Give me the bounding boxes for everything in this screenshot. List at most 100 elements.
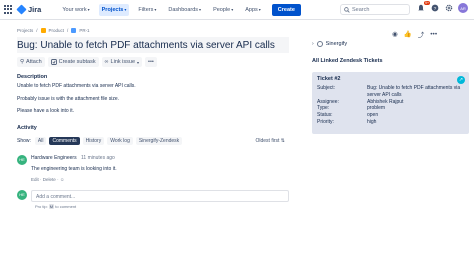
filter-history[interactable]: History: [82, 136, 105, 145]
help-icon[interactable]: ?: [430, 3, 440, 13]
ticket-value: Abhishek Rajput: [367, 98, 404, 105]
svg-text:?: ?: [434, 6, 437, 12]
create-subtask-button[interactable]: Create subtask: [47, 57, 99, 67]
emoji-reaction-icon[interactable]: ☺: [60, 177, 65, 182]
logo-text: Jira: [28, 5, 42, 14]
nav-label: Projects: [101, 6, 124, 13]
nav-dashboards[interactable]: Dashboards ▾: [165, 4, 204, 16]
link-icon: ∞: [104, 59, 109, 65]
nav-apps[interactable]: Apps ▾: [242, 4, 264, 16]
ticket-row: Type: problem: [317, 105, 464, 112]
ticket-key: Subject:: [317, 85, 336, 91]
gear-icon: [445, 4, 453, 12]
ticket-row: Status: open: [317, 112, 464, 119]
profile-avatar[interactable]: AR: [458, 3, 468, 13]
breadcrumb-separator: /: [67, 28, 69, 33]
like-icon[interactable]: 👍: [404, 30, 412, 38]
more-actions-button[interactable]: •••: [145, 57, 157, 67]
nav-label: Apps: [245, 6, 258, 13]
more-icon[interactable]: •••: [430, 31, 437, 38]
filter-all[interactable]: All: [34, 136, 47, 145]
filter-sinergify-zendesk[interactable]: Sinergify-Zendesk: [135, 136, 183, 145]
activity-label: Activity: [17, 124, 37, 131]
sort-label: Oldest first: [255, 137, 280, 144]
ticket-card: Ticket #2 ↗ Subject: Bug: Unable to fetc…: [312, 72, 469, 134]
sinergify-panel-toggle[interactable]: › Sinergify: [312, 41, 347, 47]
share-icon[interactable]: ⤴: [418, 29, 425, 39]
description[interactable]: Unable to fetch PDF attachments via serv…: [17, 83, 289, 115]
comment-header: Hardware Engineers 11 minutes ago: [31, 155, 117, 161]
nav-label: People: [213, 6, 231, 13]
create-button[interactable]: Create: [271, 3, 301, 16]
current-user-avatar: HE: [17, 189, 27, 200]
subtask-icon: [50, 59, 57, 65]
top-navigation: Jira Your work ▾ Projects ▾ Filters ▾ Dashb…: [0, 0, 474, 20]
ticket-row: Assignee: Abhishek Rajput: [317, 99, 464, 106]
zendesk-link-icon[interactable]: ↗: [457, 76, 465, 84]
chevron-down-icon: ▾: [124, 7, 127, 12]
issue-toolbar-icons: ◉ 👍 ⤴ •••: [392, 29, 437, 40]
chevron-down-icon: ▾: [231, 7, 234, 12]
breadcrumb-projects[interactable]: Projects: [17, 28, 33, 33]
comment-author[interactable]: Hardware Engineers: [31, 155, 77, 161]
comment-time: 11 minutes ago: [80, 154, 115, 161]
chevron-down-icon: ▾: [258, 7, 261, 12]
chevron-down-icon: ▾: [154, 7, 157, 12]
top-icons: 9+ ? AR: [416, 1, 468, 13]
question-icon: ?: [431, 4, 439, 12]
filter-work-log[interactable]: Work log: [107, 136, 133, 145]
notifications-icon[interactable]: 9+: [416, 1, 430, 13]
issue-actions: ⚲ Attach Create subtask ∞ Link issue ▾ •…: [17, 57, 289, 67]
comment-content: Hardware Engineers 11 minutes ago The en…: [31, 155, 117, 182]
app-switcher-icon[interactable]: [4, 5, 13, 14]
title-bar[interactable]: Bug: Unable to fetch PDF attachments via…: [17, 37, 289, 53]
ticket-value: problem: [367, 105, 386, 112]
attach-button[interactable]: ⚲ Attach: [17, 57, 45, 67]
nav-label: Filters: [138, 6, 154, 13]
sinergify-label: Sinergify: [325, 41, 348, 47]
ticket-value: high: [367, 118, 377, 125]
nav-label: Your work: [62, 6, 87, 13]
more-icon: •••: [148, 59, 154, 65]
comment-input[interactable]: Add a comment...: [31, 189, 289, 202]
ticket-value: Bug: Unable to fetch PDF attachments via…: [367, 85, 461, 98]
jira-logo[interactable]: Jira: [16, 4, 42, 15]
issue-title[interactable]: Bug: Unable to fetch PDF attachments via…: [17, 40, 275, 51]
ticket-title: Ticket #2: [317, 76, 341, 82]
chevron-right-icon: ›: [312, 41, 314, 47]
chevron-down-icon: ▾: [137, 59, 140, 65]
breadcrumb-project[interactable]: Product: [49, 28, 65, 33]
comment-delete-link[interactable]: Delete: [43, 177, 56, 182]
search-icon: [344, 6, 350, 13]
pro-tip: Pro tip: M to comment: [35, 203, 289, 209]
watch-icon[interactable]: ◉: [392, 30, 398, 38]
link-issue-button[interactable]: ∞ Link issue ▾: [101, 57, 143, 67]
nav-your-work[interactable]: Your work ▾: [59, 4, 92, 16]
ticket-key: Assignee:: [317, 98, 339, 105]
protip-key: M: [48, 203, 55, 209]
activity-filters: Show: All Comments History Work log Sine…: [17, 136, 289, 145]
description-line: Unable to fetch PDF attachments via serv…: [17, 83, 136, 89]
comment-actions: Edit · Delete · ☺: [31, 177, 117, 182]
filter-comments[interactable]: Comments: [49, 136, 80, 145]
nav-projects[interactable]: Projects ▾: [98, 3, 130, 16]
attach-label: Attach: [26, 59, 42, 65]
ticket-key: Type:: [317, 105, 330, 112]
nav-label: Dashboards: [168, 6, 199, 13]
chevron-down-icon: ▾: [199, 7, 202, 12]
sort-order-button[interactable]: Oldest first ⇅: [256, 138, 286, 144]
description-line: Probably issue is with the attachment fi…: [17, 95, 119, 102]
search-input[interactable]: Search: [340, 4, 410, 15]
add-comment: HE Add a comment...: [17, 189, 289, 202]
issue-main: Projects / Product / PR-1 Bug: Unable to…: [17, 28, 289, 209]
breadcrumb-issue-key[interactable]: PR-1: [79, 28, 89, 33]
nav-filters[interactable]: Filters ▾: [135, 4, 159, 16]
nav-people[interactable]: People ▾: [210, 4, 236, 16]
comment-edit-link[interactable]: Edit: [31, 177, 39, 182]
settings-icon[interactable]: [444, 3, 454, 13]
description-label: Description: [17, 74, 48, 80]
protip-prefix: Pro tip:: [35, 203, 48, 209]
breadcrumb: Projects / Product / PR-1: [17, 28, 289, 33]
comment: HE Hardware Engineers 11 minutes ago The…: [17, 154, 289, 182]
comment-avatar: HE: [17, 154, 27, 165]
